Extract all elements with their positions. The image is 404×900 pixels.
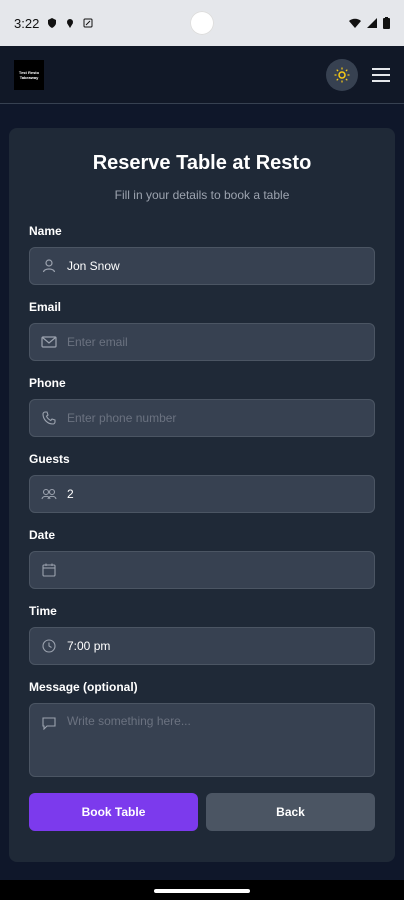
mail-icon <box>40 333 58 351</box>
phone-field-group: Phone Enter phone number <box>29 376 375 437</box>
guests-icon <box>40 485 58 503</box>
phone-screen: 3:22 Test Resto Takeaway Reserve Table a… <box>0 0 404 900</box>
date-label: Date <box>29 528 56 542</box>
time-input[interactable]: 7:00 pm <box>29 627 375 665</box>
status-bar: 3:22 <box>0 0 404 46</box>
wifi-icon <box>349 18 361 28</box>
phone-label: Phone <box>29 376 66 390</box>
status-time: 3:22 <box>14 15 40 31</box>
guests-value: 2 <box>67 487 74 501</box>
name-label: Name <box>29 224 62 238</box>
page-title: Reserve Table at Resto <box>92 152 312 174</box>
theme-toggle-button[interactable] <box>326 58 358 91</box>
restaurant-logo[interactable]: Test Resto Takeaway <box>14 59 44 90</box>
time-field-group: Time 7:00 pm <box>29 604 375 665</box>
top-navigation: Test Resto Takeaway <box>0 46 404 104</box>
guests-input[interactable]: 2 <box>29 475 375 513</box>
message-label: Message (optional) <box>29 680 138 694</box>
camera-cutout <box>190 11 214 35</box>
nav-actions <box>326 58 390 91</box>
sun-icon <box>334 67 350 82</box>
date-input[interactable] <box>29 551 375 589</box>
battery-icon <box>383 17 390 29</box>
back-button[interactable]: Back <box>206 793 375 831</box>
status-right <box>349 17 390 29</box>
book-table-button[interactable]: Book Table <box>29 793 198 831</box>
page-subtitle: Fill in your details to book a table <box>114 188 290 202</box>
message-placeholder: Write something here... <box>67 714 191 728</box>
calendar-icon <box>40 561 58 579</box>
name-field-group: Name Jon Snow <box>29 224 375 285</box>
date-field-group: Date <box>29 528 375 589</box>
email-placeholder: Enter email <box>67 335 128 349</box>
message-field-group: Message (optional) Write something here.… <box>29 680 375 777</box>
phone-input[interactable]: Enter phone number <box>29 399 375 437</box>
location-icon <box>67 19 74 28</box>
guests-label: Guests <box>29 452 70 466</box>
shield-icon <box>48 18 57 28</box>
name-value: Jon Snow <box>67 259 120 273</box>
clock-icon <box>40 637 58 655</box>
name-input[interactable]: Jon Snow <box>29 247 375 285</box>
reservation-card: Reserve Table at Resto Fill in your deta… <box>9 128 395 862</box>
hamburger-icon[interactable] <box>372 67 390 82</box>
email-input[interactable]: Enter email <box>29 323 375 361</box>
message-textarea[interactable]: Write something here... <box>29 703 375 777</box>
signal-icon <box>367 18 377 28</box>
email-label: Email <box>29 300 62 314</box>
email-field-group: Email Enter email <box>29 300 375 361</box>
time-value: 7:00 pm <box>67 639 111 653</box>
form-actions: Book Table Back <box>29 793 375 831</box>
phone-icon <box>40 409 58 427</box>
status-left: 3:22 <box>14 16 93 31</box>
guests-field-group: Guests 2 <box>29 452 375 513</box>
android-navigation-bar <box>0 880 404 900</box>
phone-placeholder: Enter phone number <box>67 411 177 425</box>
notification-icon <box>83 18 93 28</box>
user-icon <box>40 257 58 275</box>
message-icon <box>40 714 58 732</box>
home-indicator[interactable] <box>154 889 250 893</box>
time-label: Time <box>29 604 57 618</box>
